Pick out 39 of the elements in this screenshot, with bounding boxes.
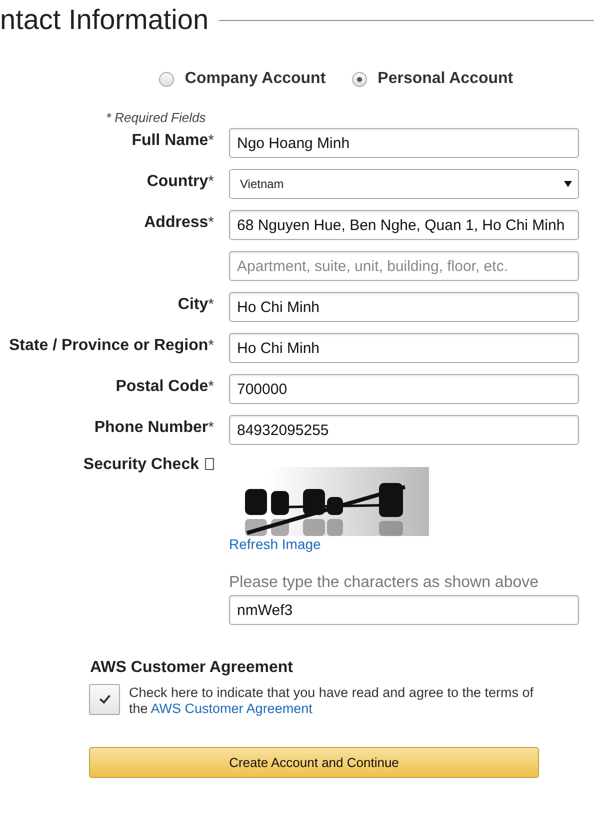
field-label: Phone Number: [94, 419, 208, 436]
field-label: Full Name: [132, 132, 208, 149]
input-field[interactable]: 68 Nguyen Hue, Ben Nghe, Quan 1, Ho Chi Minh: [229, 210, 579, 240]
agreement-checkbox[interactable]: [89, 684, 120, 715]
required-mark: *: [208, 296, 214, 313]
required-mark: *: [208, 337, 214, 354]
input-field[interactable]: Ngo Hoang Minh: [229, 128, 579, 158]
input-field[interactable]: Apartment, suite, unit, building, floor, etc.: [229, 251, 579, 281]
radio-button[interactable]: [352, 72, 367, 86]
agreement-link[interactable]: AWS Customer Agreement: [150, 701, 312, 716]
agreement-title: AWS Customer Agreement: [89, 659, 294, 677]
required-mark: *: [208, 378, 214, 395]
required-mark: *: [208, 132, 214, 149]
captcha-input[interactable]: nmWef3: [229, 595, 579, 625]
captcha-prompt: Please type the characters as shown above: [229, 574, 539, 592]
input-field[interactable]: 700000: [229, 374, 579, 404]
square-icon: [205, 458, 214, 470]
field-label: State / Province or Region: [9, 337, 208, 354]
required-mark: *: [208, 214, 214, 231]
required-note: * Required Fields: [106, 110, 207, 126]
field-label: Country: [146, 173, 208, 190]
required-mark: *: [208, 419, 214, 436]
radio-label[interactable]: Company Account: [184, 70, 326, 88]
field-label: Security Check: [83, 456, 199, 473]
section-title: ntact Information: [0, 3, 209, 37]
agreement-text: Check here to indicate that you have read and agree to the terms of the AWS Customer Agreement: [129, 684, 534, 717]
caret-icon: [564, 181, 572, 187]
country-select[interactable]: Vietnam: [229, 169, 579, 199]
field-label: Address: [144, 214, 208, 231]
radio-button[interactable]: [158, 72, 174, 86]
refresh-image-link[interactable]: Refresh Image: [229, 536, 321, 552]
field-label: Postal Code: [116, 378, 208, 395]
create-account-button[interactable]: Create Account and Continue: [89, 747, 539, 778]
radio-label[interactable]: Personal Account: [378, 70, 514, 88]
input-field[interactable]: 84932095255: [229, 415, 579, 445]
input-field[interactable]: Ho Chi Minh: [229, 292, 579, 322]
input-field[interactable]: Ho Chi Minh: [229, 333, 579, 363]
field-label: City: [178, 296, 208, 313]
required-mark: *: [208, 173, 214, 190]
